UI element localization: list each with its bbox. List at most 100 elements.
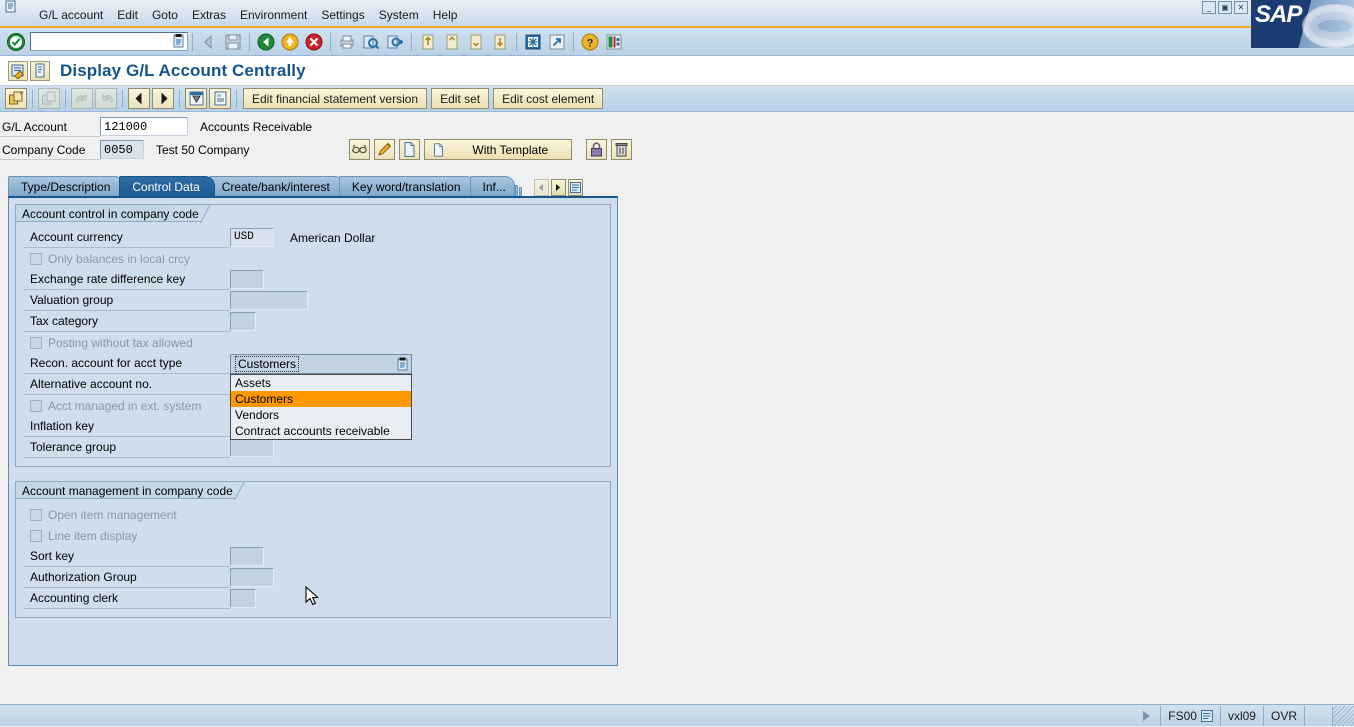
next-account-icon[interactable] (95, 88, 117, 109)
dropdown-option-vendors[interactable]: Vendors (231, 407, 411, 423)
restore-button[interactable]: ▣ (1218, 1, 1232, 14)
notes-account-icon[interactable] (209, 88, 231, 109)
menu-item-system[interactable]: System (372, 6, 426, 24)
status-transaction-code[interactable]: FS00 (1160, 706, 1220, 726)
close-button[interactable]: ✕ (1234, 1, 1248, 14)
forward-account-icon[interactable] (152, 88, 174, 109)
acct-managed-ext-system-checkbox[interactable] (30, 400, 42, 412)
tab-create-bank-interest[interactable]: Create/bank/interest (209, 176, 345, 196)
notes-icon[interactable] (30, 61, 50, 81)
menu-item-help[interactable]: Help (426, 6, 465, 24)
posting-without-tax-label: Posting without tax allowed (48, 336, 193, 350)
edit-set-button[interactable]: Edit set (431, 88, 489, 109)
transaction-icon[interactable] (8, 61, 28, 81)
company-code-input[interactable]: 0050 (100, 140, 144, 159)
print-account-icon[interactable] (185, 88, 207, 109)
other-gl-account-icon[interactable] (5, 88, 27, 109)
minimize-button[interactable]: _ (1202, 1, 1216, 14)
accounting-clerk-label: Accounting clerk (24, 588, 230, 609)
customize-layout-icon[interactable] (603, 31, 625, 53)
exchange-rate-difference-key-input[interactable] (230, 270, 264, 289)
dropdown-option-customers[interactable]: Customers (231, 391, 411, 407)
display-icon[interactable] (349, 139, 370, 160)
company-code-label: Company Code (0, 140, 100, 160)
last-page-icon[interactable] (489, 31, 511, 53)
toolbar-separator (192, 33, 193, 51)
tab-scroll-right-button[interactable] (551, 179, 566, 196)
accounting-clerk-input[interactable] (230, 589, 256, 608)
authorization-group-input[interactable] (230, 568, 274, 587)
find-icon[interactable] (360, 31, 382, 53)
edit-financial-statement-version-button[interactable]: Edit financial statement version (243, 88, 427, 109)
menu-bar: G/L account Edit Goto Extras Environment… (0, 0, 1354, 28)
command-input[interactable] (34, 34, 170, 49)
find-next-icon[interactable] (384, 31, 406, 53)
only-balances-local-crcy-checkbox[interactable] (30, 253, 42, 265)
create-with-template-button[interactable]: With Template (424, 139, 572, 160)
tab-list-button[interactable] (568, 179, 583, 196)
create-shortcut-icon[interactable] (546, 31, 568, 53)
cancel-red-icon[interactable] (303, 31, 325, 53)
group-account-management-title: Account management in company code (15, 481, 252, 499)
posting-without-tax-checkbox[interactable] (30, 337, 42, 349)
system-toolbar: ? (0, 28, 1354, 56)
account-currency-label: Account currency (24, 227, 230, 248)
combo-dropdown-icon[interactable] (394, 356, 410, 372)
status-expand-icon[interactable] (1143, 711, 1150, 721)
exit-yellow-icon[interactable] (279, 31, 301, 53)
menu-item-edit[interactable]: Edit (110, 6, 145, 24)
create-icon[interactable] (399, 139, 420, 160)
tab-scroll-controls (534, 179, 583, 196)
open-item-management-checkbox[interactable] (30, 509, 42, 521)
tab-scroll-left-button[interactable] (534, 179, 549, 196)
group-account-management-body: Open item management Line item display S… (24, 488, 602, 609)
enter-ok-icon[interactable] (6, 32, 26, 52)
first-page-icon[interactable] (417, 31, 439, 53)
group-account-control-body: Account currency USD American Dollar Onl… (24, 211, 602, 458)
title-icons (8, 61, 50, 81)
previous-account-icon[interactable] (71, 88, 93, 109)
edit-cost-element-button[interactable]: Edit cost element (493, 88, 603, 109)
back-green-icon[interactable] (255, 31, 277, 53)
previous-page-icon[interactable] (441, 31, 463, 53)
menu-item-settings[interactable]: Settings (314, 6, 371, 24)
toolbar-separator (65, 90, 66, 108)
status-list-icon[interactable] (1201, 710, 1213, 722)
tab-type-description[interactable]: Type/Description (8, 176, 125, 196)
tab-information[interactable]: Inf... (470, 176, 515, 196)
dropdown-option-assets[interactable]: Assets (231, 375, 411, 391)
back-account-icon[interactable] (128, 88, 150, 109)
back-arrow-icon[interactable] (198, 31, 220, 53)
gl-account-input[interactable]: 121000 (100, 117, 188, 136)
create-session-icon[interactable] (522, 31, 544, 53)
menu-item-goto[interactable]: Goto (145, 6, 185, 24)
menu-item-gl-account[interactable]: G/L account (32, 6, 110, 24)
resize-grip[interactable] (1332, 706, 1354, 726)
valuation-group-input[interactable] (230, 291, 308, 310)
command-dropdown-icon[interactable] (172, 34, 186, 49)
status-system[interactable]: vxl09 (1220, 706, 1263, 726)
help-icon[interactable]: ? (579, 31, 601, 53)
line-item-display-checkbox[interactable] (30, 530, 42, 542)
tolerance-group-input[interactable] (230, 438, 274, 457)
delete-icon[interactable] (611, 139, 632, 160)
recon-account-type-combo[interactable]: Customers (230, 354, 412, 374)
command-field[interactable] (30, 32, 188, 51)
display-change-icon[interactable] (38, 88, 60, 109)
exchange-rate-difference-key-label: Exchange rate difference key (24, 269, 230, 290)
status-input-mode[interactable]: OVR (1263, 706, 1304, 726)
tab-key-word-translation[interactable]: Key word/translation (339, 176, 476, 196)
next-page-icon[interactable] (465, 31, 487, 53)
save-icon[interactable] (222, 31, 244, 53)
lock-icon[interactable] (586, 139, 607, 160)
sort-key-input[interactable] (230, 547, 264, 566)
menu-item-environment[interactable]: Environment (233, 6, 314, 24)
tax-category-input[interactable] (230, 312, 256, 331)
print-icon[interactable] (336, 31, 358, 53)
account-currency-input[interactable]: USD (230, 228, 274, 247)
dropdown-option-contract-accounts-receivable[interactable]: Contract accounts receivable (231, 423, 411, 439)
change-icon[interactable] (374, 139, 395, 160)
menu-item-extras[interactable]: Extras (185, 6, 233, 24)
tab-control-data[interactable]: Control Data (119, 176, 214, 196)
status-spacer (1304, 706, 1332, 726)
